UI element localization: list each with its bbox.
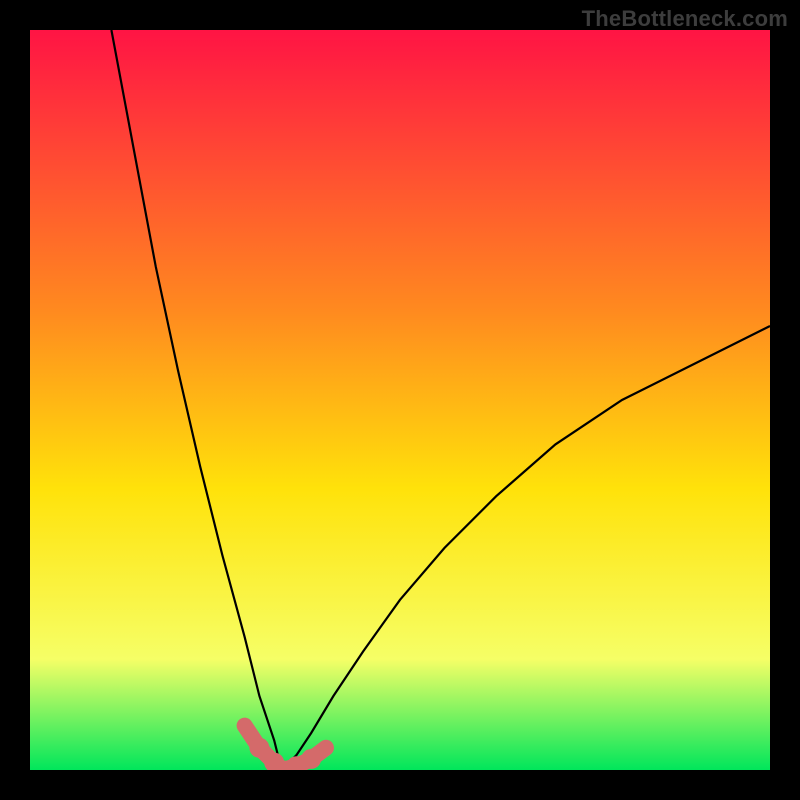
watermark-text: TheBottleneck.com: [582, 6, 788, 32]
optimal-marker: [319, 741, 333, 755]
optimal-marker: [238, 719, 252, 733]
optimal-marker: [301, 749, 321, 769]
gradient-background: [30, 30, 770, 770]
chart-frame: TheBottleneck.com: [0, 0, 800, 800]
chart-svg: [30, 30, 770, 770]
plot-area: [30, 30, 770, 770]
optimal-marker: [249, 738, 269, 758]
